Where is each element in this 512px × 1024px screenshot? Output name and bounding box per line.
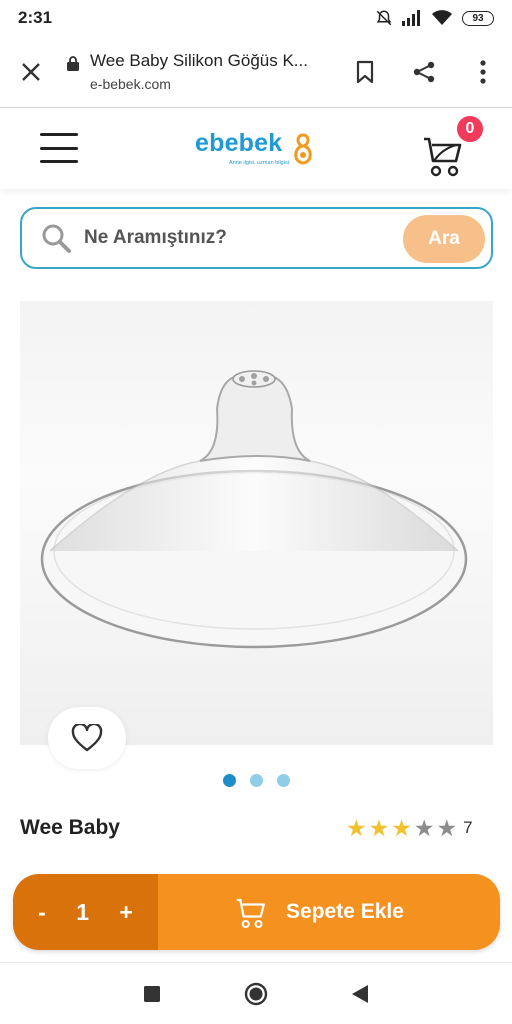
recents-icon[interactable] [144, 985, 160, 1002]
star-filled-icon: ★ [391, 815, 412, 841]
close-icon [22, 62, 40, 81]
logo-mark-icon [294, 133, 312, 165]
star-empty-icon: ★ [436, 815, 458, 841]
page-url: e-bebek.com [90, 76, 171, 92]
home-icon[interactable] [244, 982, 268, 1006]
search-bar: Ara [20, 207, 493, 269]
status-bar: 2:31 93 [0, 0, 512, 36]
signal-icon [402, 10, 420, 26]
system-nav-bar [0, 962, 512, 1024]
search-icon [42, 224, 71, 253]
logo-tagline: Anne ilgisi, uzman bilgisi [229, 160, 289, 166]
site-logo[interactable]: ebebek Anne ilgisi, uzman bilgisi [195, 129, 325, 173]
back-icon[interactable] [352, 984, 368, 1003]
carousel-dot[interactable] [222, 774, 236, 787]
carousel-indicator [0, 774, 512, 787]
add-to-cart-bar: - 1 + Sepete Ekle [13, 874, 500, 950]
product-brand: Wee Baby [20, 816, 120, 839]
more-vertical-icon [479, 59, 486, 84]
review-count: 7 [463, 818, 473, 837]
share-icon [413, 61, 434, 82]
decrease-quantity-button[interactable]: - [38, 899, 46, 926]
battery-level: 93 [472, 12, 484, 24]
star-filled-icon: ★ [346, 815, 367, 841]
bookmark-icon [356, 60, 373, 83]
favorite-button[interactable] [48, 707, 126, 769]
wifi-icon [432, 10, 452, 25]
page-title: Wee Baby Silikon Göğüs K... [90, 51, 308, 70]
browser-toolbar: Wee Baby Silikon Göğüs K... e-bebek.com [0, 36, 512, 108]
share-button[interactable] [394, 60, 453, 84]
site-header: ebebek Anne ilgisi, uzman bilgisi [0, 109, 512, 189]
add-to-cart-button[interactable]: Sepete Ekle [158, 874, 500, 950]
status-time: 2:31 [18, 8, 53, 27]
battery-icon: 93 [462, 10, 494, 26]
more-menu-button[interactable] [453, 59, 512, 84]
logo-text: ebebek [195, 129, 283, 157]
quantity-stepper: - 1 + [13, 874, 158, 950]
nipple-shield-image [40, 370, 468, 649]
carousel-dot[interactable] [276, 774, 290, 787]
lock-icon [62, 56, 84, 71]
carousel-dot[interactable] [249, 774, 263, 787]
quantity-value: 1 [76, 898, 89, 925]
cart-stroller-icon [236, 898, 265, 929]
address-bar[interactable]: Wee Baby Silikon Göğüs K... e-bebek.com [84, 51, 335, 92]
menu-icon[interactable] [40, 133, 78, 163]
increase-quantity-button[interactable]: + [119, 899, 132, 926]
product-rating: ★ ★ ★ ★ ★ 7 [346, 816, 473, 840]
heart-icon [71, 724, 103, 752]
star-filled-icon: ★ [368, 815, 390, 841]
silent-alarm-icon [376, 10, 392, 26]
close-tab-button[interactable] [0, 62, 62, 82]
add-to-cart-label: Sepete Ekle [286, 900, 404, 923]
bookmark-button[interactable] [335, 60, 394, 84]
product-image[interactable] [20, 301, 493, 745]
cart-count-badge: 0 [455, 114, 485, 144]
star-empty-icon: ★ [413, 815, 435, 841]
search-button[interactable]: Ara [403, 215, 485, 263]
